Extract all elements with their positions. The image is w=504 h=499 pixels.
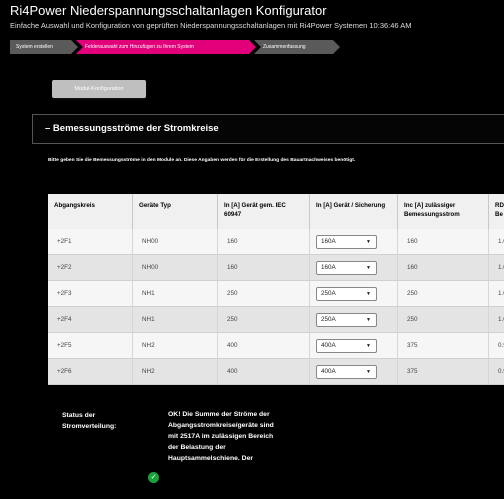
table-row: +2F3 NH1 250 250A ▼ 250 1.00	[48, 281, 504, 307]
dropdown-caret-icon: ▼	[366, 265, 371, 271]
cell-rdf: 1.00	[489, 229, 504, 254]
table-row: +2F1 NH00 160 160A ▼ 160 1.00	[48, 229, 504, 255]
column-header-abgangskreis: Abgangskreis	[48, 194, 133, 229]
cell-rdf: 1.00	[489, 281, 504, 306]
sicherung-select[interactable]: 400A ▼	[316, 365, 377, 379]
step-system-erstellen[interactable]: System erstellen	[10, 40, 78, 54]
cell-in-geraet: 400	[218, 359, 310, 384]
instruction-note: Bitte geben Sie die Bemessungsströme in …	[48, 158, 356, 163]
cell-abgangskreis: +2F3	[48, 281, 133, 306]
status-label: Status der Stromverteilung:	[62, 412, 117, 430]
cell-sicherung: 250A ▼	[310, 307, 398, 332]
cell-sicherung: 160A ▼	[310, 229, 398, 254]
cell-rdf: 1.00	[489, 307, 504, 332]
table-row: +2F4 NH1 250 250A ▼ 250 1.00	[48, 307, 504, 333]
cell-sicherung: 250A ▼	[310, 281, 398, 306]
select-value: 400A	[321, 368, 336, 375]
sicherung-select[interactable]: 250A ▼	[316, 313, 377, 327]
dropdown-caret-icon: ▼	[366, 369, 371, 375]
dropdown-caret-icon: ▼	[366, 343, 371, 349]
app-subtitle: Einfache Auswahl und Konfiguration von g…	[10, 21, 412, 30]
select-value: 250A	[321, 316, 336, 323]
cell-abgangskreis: +2F2	[48, 255, 133, 280]
column-header-in-geraet: In [A] Gerät gem. IEC 60947	[218, 194, 310, 229]
cell-geraete-typ: NH2	[133, 333, 218, 358]
table-row: +2F2 NH00 160 160A ▼ 160 1.00	[48, 255, 504, 281]
column-header-rdf: RDF Be	[489, 194, 504, 229]
table-row: +2F5 NH2 400 400A ▼ 375 0.90	[48, 333, 504, 359]
column-header-inc: Inc [A] zulässiger Bemessungsstrom	[398, 194, 489, 229]
table-header: Abgangskreis Geräte Typ In [A] Gerät gem…	[48, 194, 504, 229]
cell-geraete-typ: NH1	[133, 307, 218, 332]
step-felderauswahl[interactable]: Felderauswahl zum Hinzufügen zu Ihrem Sy…	[76, 40, 256, 54]
cell-in-geraet: 160	[218, 229, 310, 254]
cell-geraete-typ: NH00	[133, 229, 218, 254]
column-header-sicherung: In [A] Gerät / Sicherung	[310, 194, 398, 229]
app-title: Ri4Power Niederspannungsschaltanlagen Ko…	[10, 3, 327, 18]
section-title: – Bemessungsströme der Stromkreise	[45, 123, 219, 134]
step-zusammenfassung[interactable]: Zusammenfassung	[254, 40, 340, 54]
dropdown-caret-icon: ▼	[366, 239, 371, 245]
sicherung-select[interactable]: 160A ▼	[316, 235, 377, 249]
dropdown-caret-icon: ▼	[366, 317, 371, 323]
cell-in-geraet: 250	[218, 281, 310, 306]
modul-konfiguration-button[interactable]: Modul-Konfiguration	[52, 80, 146, 98]
step-progress-bar: System erstellen Felderauswahl zum Hinzu…	[10, 40, 504, 54]
sicherung-select[interactable]: 250A ▼	[316, 287, 377, 301]
dropdown-caret-icon: ▼	[366, 291, 371, 297]
cell-inc: 375	[398, 359, 489, 384]
section-header[interactable]: – Bemessungsströme der Stromkreise	[32, 114, 504, 144]
select-value: 160A	[321, 238, 336, 245]
cell-in-geraet: 400	[218, 333, 310, 358]
select-value: 250A	[321, 290, 336, 297]
cell-inc: 160	[398, 255, 489, 280]
cell-in-geraet: 160	[218, 255, 310, 280]
cell-sicherung: 400A ▼	[310, 333, 398, 358]
cell-sicherung: 160A ▼	[310, 255, 398, 280]
status-message: OK! Die Summe der Ströme der Abgangsstro…	[168, 411, 274, 462]
sicherung-select[interactable]: 400A ▼	[316, 339, 377, 353]
cell-geraete-typ: NH1	[133, 281, 218, 306]
cell-abgangskreis: +2F4	[48, 307, 133, 332]
cell-geraete-typ: NH00	[133, 255, 218, 280]
bemessungsstrom-table: Abgangskreis Geräte Typ In [A] Gerät gem…	[48, 194, 504, 385]
cell-rdf: 0.90	[489, 333, 504, 358]
cell-geraete-typ: NH2	[133, 359, 218, 384]
table-row: +2F6 NH2 400 400A ▼ 375 0.90	[48, 359, 504, 385]
check-circle-icon: ✓	[148, 472, 159, 483]
cell-abgangskreis: +2F5	[48, 333, 133, 358]
cell-rdf: 1.00	[489, 255, 504, 280]
cell-inc: 160	[398, 229, 489, 254]
select-value: 400A	[321, 342, 336, 349]
cell-abgangskreis: +2F1	[48, 229, 133, 254]
cell-inc: 250	[398, 281, 489, 306]
select-value: 160A	[321, 264, 336, 271]
cell-inc: 250	[398, 307, 489, 332]
cell-in-geraet: 250	[218, 307, 310, 332]
cell-rdf: 0.90	[489, 359, 504, 384]
sicherung-select[interactable]: 160A ▼	[316, 261, 377, 275]
cell-abgangskreis: +2F6	[48, 359, 133, 384]
column-header-geraete-typ: Geräte Typ	[133, 194, 218, 229]
cell-sicherung: 400A ▼	[310, 359, 398, 384]
cell-inc: 375	[398, 333, 489, 358]
